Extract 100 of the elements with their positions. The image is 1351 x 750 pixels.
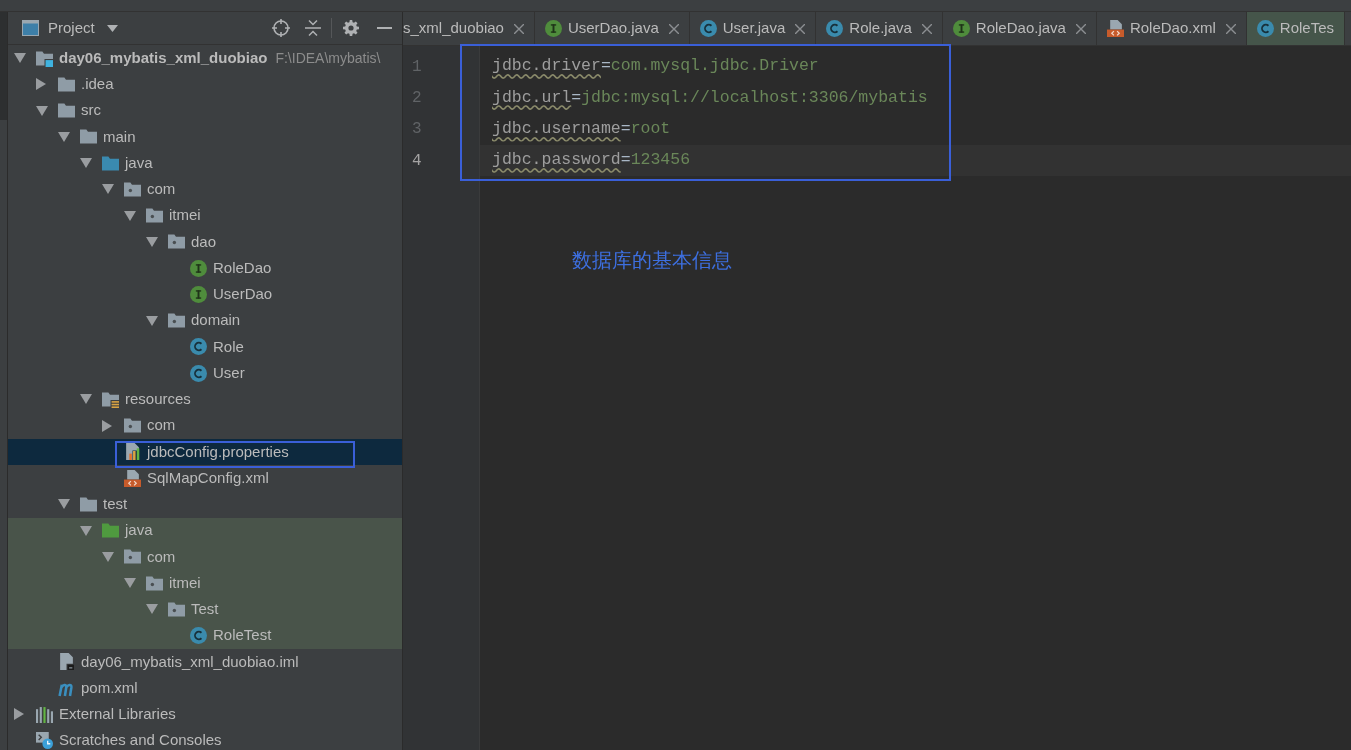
locate-crosshair-icon[interactable] [272, 19, 290, 37]
tree-item[interactable]: java [8, 150, 402, 177]
triangle-down-icon[interactable] [102, 551, 114, 562]
code-line: jdbc.driver=com.mysql.jdbc.Driver [492, 55, 819, 78]
tree-item[interactable]: External Libraries [8, 701, 402, 728]
class-icon [190, 627, 207, 645]
close-icon[interactable] [795, 23, 806, 34]
tree-item[interactable]: SqlMapConfig.xml [8, 465, 402, 492]
tree-item[interactable]: domain [8, 307, 402, 334]
tree-item[interactable]: com [8, 543, 402, 570]
class-icon [190, 338, 207, 356]
editor-tab[interactable]: RoleDao.java [942, 12, 1097, 45]
triangle-down-icon[interactable] [58, 131, 70, 142]
module-file-icon [58, 653, 75, 671]
tree-item[interactable]: Test [8, 596, 402, 623]
triangle-down-icon[interactable] [146, 236, 158, 247]
tree-item[interactable]: day06_mybatis_xml_duobiao F:\IDEA\mybatis\ [8, 45, 402, 72]
folder-icon [58, 102, 75, 120]
tree-item[interactable]: dao [8, 228, 402, 255]
package-folder-icon [168, 233, 185, 251]
triangle-down-icon[interactable] [14, 53, 26, 64]
triangle-right-icon[interactable] [36, 78, 46, 91]
resources-folder-icon [102, 390, 119, 408]
tree-item[interactable]: itmei [8, 570, 402, 597]
xml-file-icon [1106, 20, 1124, 37]
settings-icon[interactable] [343, 20, 359, 36]
class-icon [699, 20, 717, 37]
module-path: F:\IDEA\mybatis\ [275, 48, 381, 68]
triangle-down-icon[interactable] [80, 525, 92, 536]
code-line: jdbc.url=jdbc:mysql://localhost:3306/mybatis [492, 86, 928, 109]
close-icon[interactable] [1225, 23, 1236, 34]
package-folder-icon [146, 207, 163, 225]
package-folder-icon [124, 548, 141, 566]
close-icon[interactable] [668, 23, 679, 34]
triangle-down-icon[interactable] [80, 394, 92, 405]
editor-tab[interactable]: s_xml_duobiao [403, 12, 535, 45]
interface-icon [190, 285, 207, 303]
code-line: jdbc.password=123456 [492, 149, 691, 172]
tree-item[interactable]: User [8, 360, 402, 387]
editor-tab[interactable]: UserDao.java [534, 12, 690, 45]
class-icon [1256, 20, 1274, 37]
triangle-down-icon[interactable] [124, 210, 136, 221]
folder-icon [58, 75, 75, 93]
folder-icon [80, 495, 97, 513]
annotation-text: 数据库的基本信息 [572, 248, 732, 272]
triangle-down-icon[interactable] [102, 184, 114, 195]
tree-item[interactable]: .idea [8, 71, 402, 98]
triangle-down-icon[interactable] [146, 315, 158, 326]
properties-file-icon [124, 443, 141, 461]
editor-tab[interactable]: RoleTes [1246, 12, 1345, 45]
tree-item[interactable]: jdbcConfig.properties [8, 438, 402, 465]
editor-tab[interactable]: User.java [689, 12, 817, 45]
tree-item[interactable]: test [8, 491, 402, 518]
package-folder-icon [168, 312, 185, 330]
package-folder-icon [168, 600, 185, 618]
line-number: 4 [412, 150, 422, 172]
tree-item[interactable]: com [8, 412, 402, 439]
panel-title-dropdown[interactable]: Project [48, 16, 118, 40]
tree-item[interactable]: src [8, 97, 402, 124]
tree-item[interactable]: itmei [8, 202, 402, 229]
tree-item[interactable]: Role [8, 333, 402, 360]
tree-item[interactable]: UserDao [8, 281, 402, 308]
triangle-down-icon[interactable] [58, 499, 70, 510]
triangle-right-icon[interactable] [14, 708, 24, 721]
tree-item[interactable]: resources [8, 386, 402, 413]
class-icon [190, 364, 207, 382]
tree-item[interactable]: java [8, 517, 402, 544]
class-icon [826, 20, 844, 37]
interface-icon [952, 20, 970, 37]
package-folder-icon [124, 417, 141, 435]
tree-item[interactable]: pom.xml [8, 675, 402, 702]
tree-item[interactable]: day06_mybatis_xml_duobiao.iml [8, 648, 402, 675]
editor-tab[interactable]: RoleDao.xml [1096, 12, 1247, 45]
editor-tab[interactable]: Role.java [816, 12, 943, 45]
triangle-down-icon[interactable] [146, 604, 158, 615]
xml-file-icon [124, 469, 141, 487]
tree-item[interactable]: RoleDao [8, 255, 402, 282]
package-folder-icon [146, 574, 163, 592]
tree-item[interactable]: com [8, 176, 402, 203]
code-line: jdbc.username=root [492, 117, 671, 140]
close-icon[interactable] [513, 23, 524, 34]
folder-icon [80, 128, 97, 146]
package-folder-icon [124, 180, 141, 198]
triangle-right-icon[interactable] [102, 419, 112, 432]
collapse-all-icon[interactable] [305, 19, 321, 37]
close-icon[interactable] [1075, 23, 1086, 34]
dropdown-caret-icon [106, 24, 118, 32]
folder-icon [102, 154, 119, 172]
triangle-down-icon[interactable] [124, 578, 136, 589]
library-bars-icon [36, 705, 53, 723]
folder-icon [102, 522, 119, 540]
triangle-down-icon[interactable] [80, 158, 92, 169]
close-icon[interactable] [921, 23, 932, 34]
interface-icon [190, 259, 207, 277]
triangle-down-icon[interactable] [36, 105, 48, 116]
tree-item[interactable]: Scratches and Consoles [8, 727, 402, 750]
tree-item[interactable]: main [8, 123, 402, 150]
module-folder-icon [36, 49, 53, 67]
interface-icon [544, 20, 562, 37]
tree-item[interactable]: RoleTest [8, 622, 402, 649]
